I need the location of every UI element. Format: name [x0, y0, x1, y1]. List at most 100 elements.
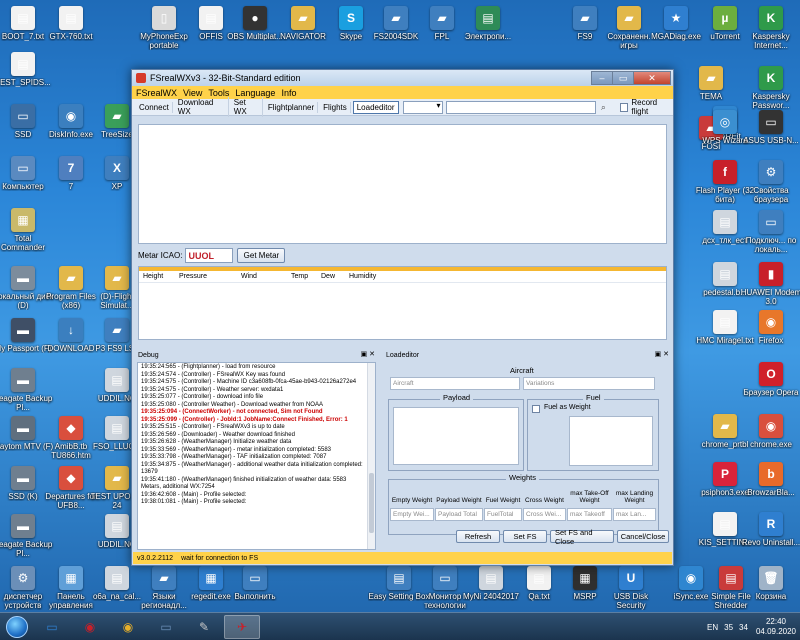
clock[interactable]: 22:40 04.09.2020 — [756, 617, 796, 637]
flights-button[interactable]: Flights — [320, 101, 351, 113]
get-metar-button[interactable]: Get Metar — [237, 248, 286, 263]
metar-icao-input[interactable] — [185, 248, 234, 263]
desktop-icon-top-12[interactable]: K Kaspersky Internet... — [740, 6, 800, 50]
payload-list[interactable] — [393, 407, 519, 465]
search-input[interactable] — [446, 100, 596, 114]
desktop-icon-glyph-icon: ▭ — [11, 104, 35, 128]
set-wx-button[interactable]: Set WX — [231, 97, 263, 117]
column-wind[interactable]: Wind — [237, 273, 287, 280]
loadeditor-panel-buttons[interactable]: ▣ ✕ — [655, 350, 669, 358]
log-line: 19:35:26:569 - (Downloader) - Weather do… — [141, 431, 295, 438]
windows-orb-icon — [6, 615, 28, 638]
taskbar-app-0-icon[interactable]: ▭ — [34, 615, 70, 639]
desktop-icon-right-18[interactable]: b BrowzarBla... — [740, 462, 800, 497]
desktop-icon-right-0[interactable]: ▰ TEMA — [680, 66, 742, 101]
desktop-icon-glyph-icon: ▰ — [573, 6, 597, 30]
metar-text-area[interactable] — [138, 124, 667, 244]
start-button[interactable] — [0, 614, 34, 640]
column-dew[interactable]: Dew — [317, 273, 345, 280]
maximize-button[interactable]: ▭ — [612, 71, 634, 85]
set-fs-button[interactable]: Set FS — [503, 530, 547, 543]
connect-button[interactable]: Connect — [136, 101, 173, 113]
desktop-icon-right-9[interactable]: ▭ Подключ... по локаль... — [740, 210, 800, 254]
desktop-icon-left-10[interactable]: ▬ Seagate Backup Pl... — [0, 514, 54, 558]
desktop-icon-right-20[interactable]: R Revo Uninstall... — [740, 512, 800, 547]
weight-value-field[interactable]: max Takeoff — [567, 508, 612, 521]
desktop-icon-glyph-icon: ▰ — [105, 104, 129, 128]
taskbar-app-5-icon[interactable]: ✈ — [224, 614, 260, 639]
column-height[interactable]: Height — [139, 273, 175, 280]
desktop-icon-glyph-icon: ▬ — [11, 466, 35, 490]
desktop-icon-left-7[interactable]: ▬ Seagate Backup Pl... — [0, 368, 54, 412]
taskbar-app-1-icon[interactable]: ◉ — [72, 615, 108, 639]
tray-num: 34 — [739, 622, 748, 632]
aircraft-section-title: Aircraft — [507, 366, 537, 375]
desktop-icon-left-4[interactable]: ▦ Total Commander — [0, 208, 54, 252]
weight-value-field[interactable]: Empty Wei... — [390, 508, 434, 521]
language-indicator[interactable]: EN — [707, 623, 718, 632]
aircraft-field[interactable]: Aircraft — [390, 377, 520, 390]
menu-view[interactable]: View — [183, 88, 202, 98]
desktop-icon-right-2[interactable]: K Kaspersky Passwor... — [740, 66, 800, 110]
app-icon — [136, 73, 146, 83]
debug-scrollbar[interactable] — [367, 363, 375, 549]
desktop-icon-right-13[interactable]: ◉ Firefox — [740, 310, 800, 345]
desktop-icon-bottom-2[interactable]: ▭ Выполнить — [224, 566, 286, 601]
refresh-button[interactable]: Refresh — [456, 530, 500, 543]
weight-value-field[interactable]: Payload Total — [435, 508, 483, 521]
variations-field[interactable]: Variations — [523, 377, 655, 390]
close-button[interactable]: ✕ — [633, 71, 671, 85]
desktop-icon-glyph-icon: ⚙ — [11, 566, 35, 590]
desktop-icon-right-11[interactable]: ▮ HUAWEI Modem 3.0 — [740, 262, 800, 306]
desktop-icon-glyph-icon: ◆ — [59, 416, 83, 440]
taskbar-app-3-icon[interactable]: ▭ — [148, 615, 184, 639]
menu-info[interactable]: Info — [281, 88, 296, 98]
cancel-close-button[interactable]: Cancel/Close — [617, 530, 669, 543]
download-wx-button[interactable]: Download WX — [175, 97, 229, 117]
loadeditor-panel-header[interactable]: Loadeditor ▣ ✕ — [383, 349, 672, 361]
debug-log[interactable]: 19:35:24:565 - (Flightplanner) - load fr… — [137, 362, 376, 550]
weight-value-field[interactable]: FuelTotal — [484, 508, 522, 521]
desktop-icon-bottom-8[interactable]: U USB Disk Security — [600, 566, 662, 610]
column-humidity[interactable]: Humidity — [345, 273, 405, 280]
desktop-icon-glyph-icon: ◉ — [59, 104, 83, 128]
desktop-icon-glyph-icon: µ — [713, 6, 737, 30]
menu-language[interactable]: Language — [235, 88, 275, 98]
minimize-button[interactable]: – — [591, 71, 613, 85]
scrollbar-thumb[interactable] — [369, 473, 374, 533]
desktop-icon-top-7[interactable]: ▤ Электропи... — [457, 6, 519, 41]
debug-panel-buttons[interactable]: ▣ ✕ — [361, 350, 375, 358]
column-pressure[interactable]: Pressure — [175, 273, 237, 280]
desktop-icon-col2-0[interactable]: ▤ GTX-760.txt — [40, 6, 102, 41]
desktop-icon-glyph-icon: ▤ — [713, 210, 737, 234]
weight-value-field[interactable]: max Lan... — [613, 508, 656, 521]
desktop-icon-right-14[interactable]: O Браузер Opera — [740, 362, 800, 397]
desktop-icon-right-7[interactable]: ⚙ Свойства браузера — [740, 160, 800, 204]
set-fs-and-close-button[interactable]: Set FS and Close — [550, 528, 614, 546]
loadeditor-button[interactable]: Loadeditor — [352, 100, 399, 114]
desktop-icon-right-23[interactable]: 🗑 Корзина — [740, 566, 800, 601]
weather-table: Height Pressure Wind Temp Dew Humidity — [138, 266, 667, 340]
fuel-as-weight-checkbox[interactable] — [532, 405, 540, 413]
desktop-icon-right-16[interactable]: ◉ chrome.exe — [740, 414, 800, 449]
desktop-icon-right-5[interactable]: ▭ ASUS USB-N... — [740, 110, 800, 145]
taskbar-app-4-icon[interactable]: ✎ — [186, 615, 222, 639]
menu-tools[interactable]: Tools — [208, 88, 229, 98]
log-line: 19:35:25:099 - (Controller) - JobId:1 Jo… — [141, 416, 348, 423]
weight-value-field[interactable]: Cross Wei... — [523, 508, 566, 521]
column-temp[interactable]: Temp — [287, 273, 317, 280]
fuel-list[interactable] — [569, 416, 653, 466]
debug-panel-header[interactable]: Debug ▣ ✕ — [135, 349, 378, 361]
flightplanner-button[interactable]: Flightplanner — [265, 101, 319, 113]
debug-title: Debug — [138, 351, 159, 359]
desktop-icon-glyph-icon: ▤ — [713, 262, 737, 286]
taskbar-app-2-icon[interactable]: ◉ — [110, 615, 146, 639]
search-icon[interactable]: ⌕ — [597, 102, 610, 113]
menu-fsrealwx[interactable]: FSrealWX — [136, 88, 177, 98]
profile-dropdown[interactable] — [402, 100, 444, 114]
desktop-icon-left-1[interactable]: ▤ TEST_SPIDS... — [0, 52, 54, 87]
record-flight-checkbox[interactable] — [619, 102, 629, 112]
window-titlebar[interactable]: FSrealWXv3 - 32-Bit-Standard edition – ▭… — [132, 70, 673, 86]
desktop-icon-label: chrome.exe — [750, 440, 792, 449]
desktop-icon-glyph-icon: R — [759, 512, 783, 536]
